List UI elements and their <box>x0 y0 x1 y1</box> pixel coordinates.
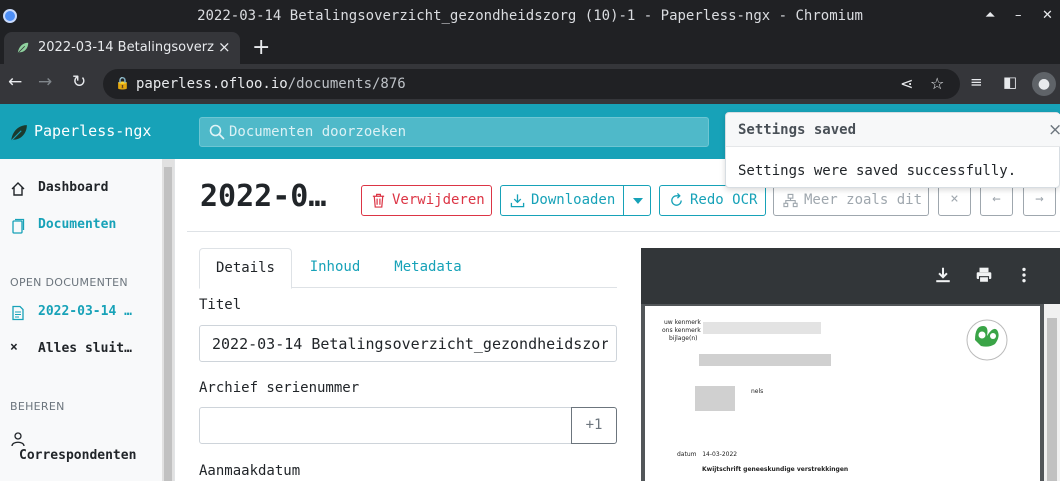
pdf-page: uw kenmerk ons kenmerk bijlage(n) nels d… <box>645 306 1040 481</box>
profile-avatar-icon[interactable]: ● <box>1032 72 1056 96</box>
tab-strip: 2022-03-14 Betalingsoverzicht_gezondheid… <box>0 32 1060 64</box>
more-like-this-button[interactable]: Meer zoals dit <box>773 185 929 216</box>
files-icon <box>12 218 25 234</box>
toast-close-button[interactable]: × <box>1048 120 1060 140</box>
download-icon[interactable] <box>934 266 952 284</box>
chevron-down-icon <box>633 198 643 204</box>
tab-details[interactable]: Details <box>199 248 292 289</box>
tab-title: 2022-03-14 Betalingsoverzicht_gezondheid… <box>38 40 214 55</box>
window-up-icon[interactable]: ⏶ <box>985 8 995 23</box>
pdf-label-our-ref: ons kenmerk <box>662 327 701 334</box>
address-bar[interactable]: 🔒 paperless.ofloo.io/documents/876 ⋖ ☆ <box>103 69 960 99</box>
pdf-scrollbar[interactable] <box>1044 304 1060 481</box>
share-icon[interactable]: ⋖ <box>900 74 913 93</box>
download-button[interactable]: Downloaden <box>500 185 624 216</box>
pdf-toolbar <box>641 248 1060 304</box>
title-input[interactable] <box>212 334 608 354</box>
download-options-button[interactable] <box>623 185 651 216</box>
leaf-logo-icon <box>10 125 27 142</box>
download-icon <box>510 194 525 208</box>
browser-toolbar: ← → ↻ 🔒 paperless.ofloo.io/documents/876… <box>0 64 1060 104</box>
redacted-block <box>695 386 735 411</box>
window-close-button[interactable]: ✕ <box>1042 8 1053 23</box>
lock-icon: 🔒 <box>115 76 130 90</box>
sidebar-scrollbar[interactable] <box>162 159 174 481</box>
brand-name: Paperless-ngx <box>34 122 152 140</box>
search-icon <box>209 124 225 140</box>
pdf-subject: Kwijtschrift geneeskundige verstrekkinge… <box>702 466 849 473</box>
asn-input[interactable] <box>212 416 562 436</box>
pdf-fragment: nels <box>751 388 764 395</box>
logo-seal-icon <box>966 319 1008 361</box>
forward-button[interactable]: → <box>38 72 52 92</box>
created-date-label: Aanmaakdatum <box>199 463 301 479</box>
detail-tabs: Details Inhoud Metadata <box>199 248 617 289</box>
browser-tab[interactable]: 2022-03-14 Betalingsoverzicht_gezondheid… <box>4 32 240 64</box>
close-document-button[interactable]: × <box>938 185 971 216</box>
toast-header: Settings saved × <box>726 113 1060 147</box>
asn-increment-button[interactable]: +1 <box>571 407 617 444</box>
title-label: Titel <box>199 297 242 313</box>
pdf-viewer: uw kenmerk ons kenmerk bijlage(n) nels d… <box>641 248 1060 481</box>
search-input[interactable] <box>229 122 699 142</box>
open-documents-header: OPEN DOCUMENTEN <box>10 276 128 289</box>
redacted-block <box>699 354 831 366</box>
toast-title: Settings saved <box>738 122 857 138</box>
window-titlebar: 2022-03-14 Betalingsoverzicht_gezondheid… <box>0 0 1060 32</box>
close-icon: × <box>10 340 18 355</box>
diagram-icon <box>783 193 798 208</box>
print-icon[interactable] <box>975 266 993 284</box>
previous-document-button[interactable]: ← <box>980 185 1013 216</box>
window-title: 2022-03-14 Betalingsoverzicht_gezondheid… <box>197 8 863 24</box>
page-title: 2022-0… <box>200 179 327 214</box>
window-minimize-button[interactable]: – <box>1015 8 1022 23</box>
url-text[interactable]: paperless.ofloo.io/documents/876 <box>136 76 406 92</box>
pdf-label-attachments: bijlage(n) <box>669 335 698 342</box>
more-vert-icon[interactable] <box>1015 266 1033 284</box>
leaf-icon <box>17 42 29 54</box>
manage-header: BEHEREN <box>10 400 65 413</box>
delete-button[interactable]: Verwijderen <box>361 185 492 216</box>
tab-close-button[interactable]: × <box>218 38 231 56</box>
file-text-icon <box>12 305 24 321</box>
person-icon <box>11 432 25 447</box>
pdf-date-label: datum 14-03-2022 <box>677 451 738 458</box>
trash-icon <box>372 193 385 208</box>
house-icon <box>11 182 25 196</box>
bookmark-star-icon[interactable]: ☆ <box>930 74 944 93</box>
header-divider <box>187 231 1060 232</box>
tab-content[interactable]: Inhoud <box>299 248 371 288</box>
redo-ocr-button[interactable]: Redo OCR <box>659 185 766 216</box>
sidebar: Dashboard Documenten OPEN DOCUMENTEN 202… <box>0 159 175 481</box>
settings-saved-toast: Settings saved × Settings were saved suc… <box>725 112 1060 188</box>
tab-metadata[interactable]: Metadata <box>381 248 475 288</box>
redacted-block <box>703 322 821 334</box>
reload-button[interactable]: ↻ <box>72 72 86 92</box>
back-button[interactable]: ← <box>8 72 22 92</box>
side-panel-icon[interactable]: ◧ <box>1003 73 1017 91</box>
pdf-label-ref: uw kenmerk <box>664 319 701 326</box>
redo-icon <box>671 193 682 206</box>
reading-list-icon[interactable]: ≡ <box>970 73 983 91</box>
toast-body: Settings were saved successfully. <box>738 163 1017 179</box>
asn-field[interactable] <box>199 407 572 444</box>
asn-label: Archief serienummer <box>199 380 360 396</box>
new-tab-button[interactable]: + <box>252 35 270 60</box>
sidebar-scroll-thumb[interactable] <box>164 167 172 481</box>
search-box[interactable] <box>199 117 709 147</box>
next-document-button[interactable]: → <box>1023 185 1056 216</box>
title-field[interactable] <box>199 325 617 362</box>
pdf-scroll-thumb[interactable] <box>1047 318 1057 481</box>
